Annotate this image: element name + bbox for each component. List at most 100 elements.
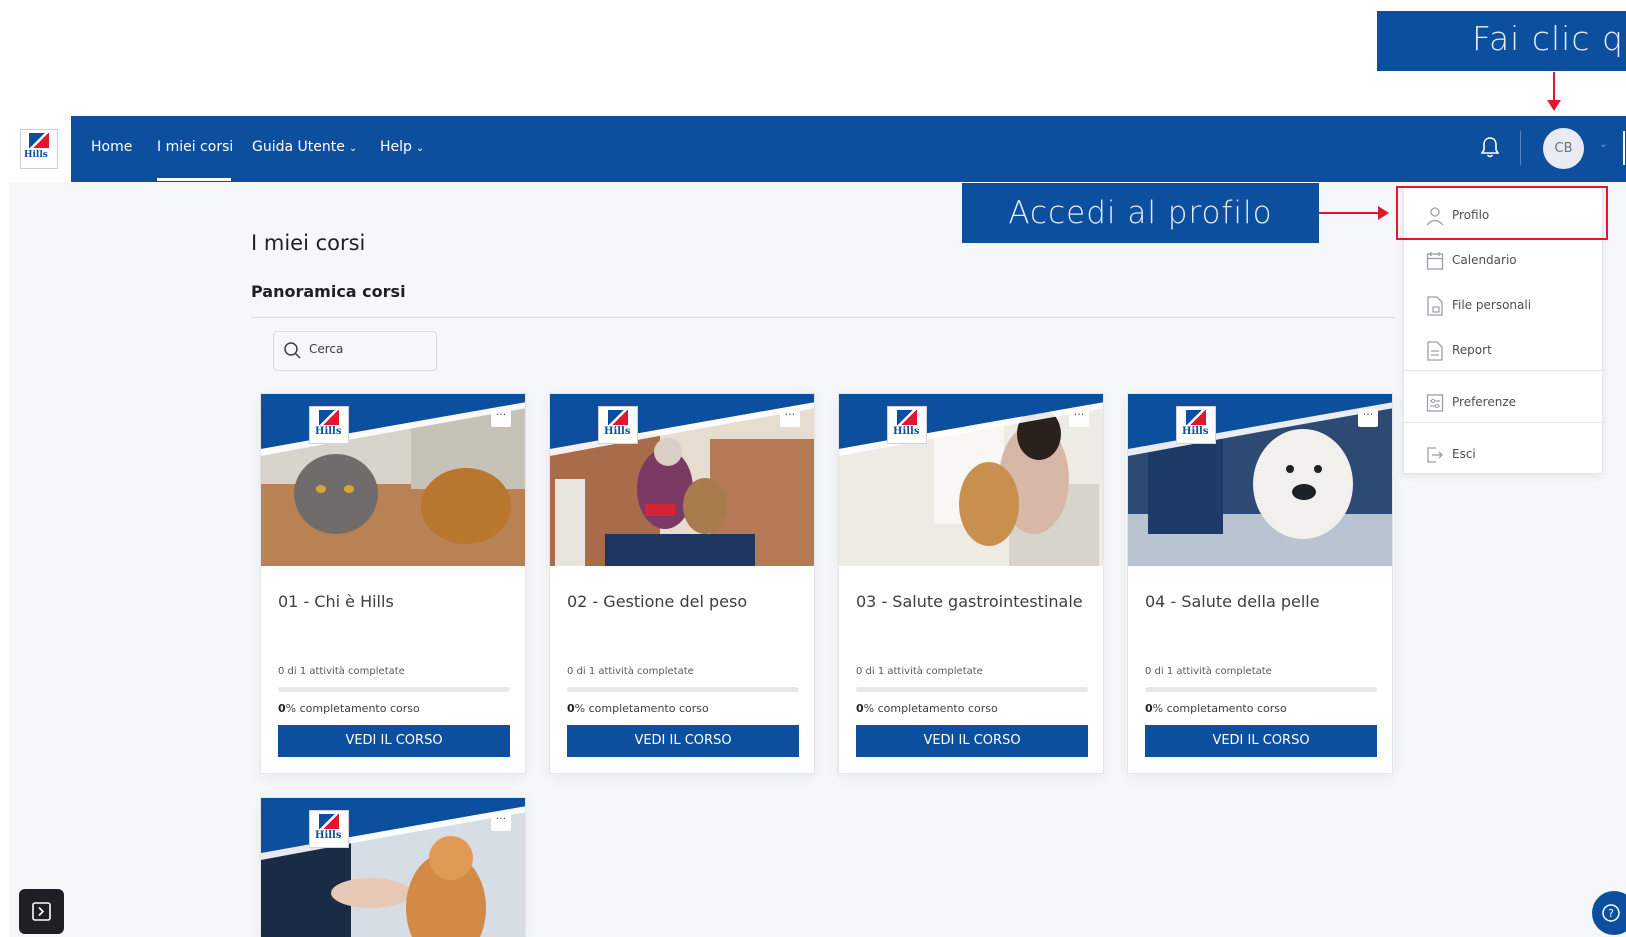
drawer-toggle-button[interactable] (19, 889, 64, 934)
menu-separator (1404, 422, 1604, 423)
course-completion: 0% completamento corso (856, 702, 998, 715)
section-title: Panoramica corsi (251, 282, 406, 301)
course-completion: 0% completamento corso (1145, 702, 1287, 715)
course-progress-bar (567, 687, 799, 692)
course-title[interactable]: 01 - Chi è Hills (278, 590, 513, 614)
chevron-down-icon[interactable]: ⌄ (1599, 139, 1607, 150)
nav-user-guide[interactable]: Guida Utente ⌄ (252, 139, 357, 155)
nav-active-indicator (157, 178, 231, 181)
course-card: Hills ··· (260, 797, 526, 937)
more-options-icon[interactable]: ··· (491, 409, 511, 427)
drawer-open-icon (32, 902, 51, 921)
course-percent-label: % completamento corso (1152, 702, 1287, 715)
logo-text: Hills (604, 426, 631, 437)
course-percent-label: % completamento corso (285, 702, 420, 715)
menu-item-preferences-label: Preferenze (1452, 395, 1517, 409)
hills-logo: Hills (309, 810, 349, 848)
course-percent-value: 0 (567, 702, 575, 715)
hills-logo: Hills (887, 406, 927, 444)
files-icon (1427, 296, 1443, 316)
search-box[interactable] (273, 331, 437, 371)
logo-text: Hills (315, 830, 342, 841)
annotation-arrow-down (1547, 72, 1561, 111)
more-options-icon[interactable]: ··· (1358, 409, 1378, 427)
course-progress-bar (1145, 687, 1377, 692)
hills-flag-icon (1186, 410, 1206, 425)
view-course-button[interactable]: VEDI IL CORSO (278, 725, 510, 757)
course-card: Hills ··· 02 - Gestione del peso 0 di 1 … (549, 393, 815, 774)
course-completion: 0% completamento corso (278, 702, 420, 715)
help-button[interactable]: ? (1592, 891, 1626, 935)
preferences-icon (1426, 394, 1444, 412)
calendar-icon (1426, 252, 1444, 270)
menu-separator (1404, 370, 1604, 371)
course-image[interactable]: Hills (261, 798, 525, 937)
view-course-button[interactable]: VEDI IL CORSO (567, 725, 799, 757)
question-icon: ? (1602, 904, 1620, 922)
course-title[interactable]: 02 - Gestione del peso (567, 590, 802, 614)
nav-divider (1520, 131, 1521, 165)
course-percent-value: 0 (278, 702, 286, 715)
course-percent-value: 0 (1145, 702, 1153, 715)
course-title[interactable]: 03 - Salute gastrointestinale (856, 590, 1091, 614)
hills-flag-icon (319, 814, 339, 829)
course-image[interactable]: Hills (839, 394, 1103, 566)
course-activities: 0 di 1 attività completate (1145, 666, 1272, 677)
menu-item-preferences[interactable]: Preferenze (1404, 381, 1604, 425)
course-card: Hills ··· 03 - Salute gastrointestinale … (838, 393, 1104, 774)
notification-bell-icon[interactable] (1481, 136, 1499, 158)
annotation-banner-top: Fai clic qu (1377, 11, 1626, 71)
section-divider (251, 317, 1395, 318)
nav-my-courses-label: I miei corsi (157, 139, 234, 155)
menu-item-calendar[interactable]: Calendario (1404, 239, 1604, 283)
search-input[interactable] (309, 342, 429, 356)
more-options-icon[interactable]: ··· (491, 813, 511, 831)
more-options-icon[interactable]: ··· (780, 409, 800, 427)
annotation-callout-profile: Accedi al profilo (962, 183, 1319, 243)
menu-item-logout-label: Esci (1452, 447, 1476, 461)
course-activities: 0 di 1 attività completate (856, 666, 983, 677)
logo-text: Hills (315, 426, 342, 437)
nav-help[interactable]: Help ⌄ (380, 139, 424, 155)
course-title[interactable]: 04 - Salute della pelle (1145, 590, 1380, 614)
report-icon (1427, 341, 1443, 361)
hills-flag-icon (608, 410, 628, 425)
course-activities: 0 di 1 attività completate (567, 666, 694, 677)
logo-text: Hills (1182, 426, 1209, 437)
course-activities: 0 di 1 attività completate (278, 666, 405, 677)
more-options-icon[interactable]: ··· (1069, 409, 1089, 427)
course-percent-value: 0 (856, 702, 864, 715)
course-image[interactable]: Hills (261, 394, 525, 566)
menu-item-files[interactable]: File personali (1404, 284, 1604, 328)
menu-item-logout[interactable]: Esci (1404, 433, 1604, 477)
chevron-down-icon: ⌄ (415, 143, 425, 154)
menu-item-report[interactable]: Report (1404, 329, 1604, 373)
search-icon (284, 342, 301, 359)
chevron-down-icon: ⌄ (348, 143, 358, 154)
logo-text: Hills (893, 426, 920, 437)
user-avatar[interactable]: CB (1543, 128, 1584, 169)
course-image[interactable]: Hills (550, 394, 814, 566)
hills-flag-icon (897, 410, 917, 425)
view-course-button[interactable]: VEDI IL CORSO (1145, 725, 1377, 757)
course-image[interactable]: Hills (1128, 394, 1392, 566)
annotation-highlight-profile (1396, 186, 1608, 240)
hills-flag-icon (319, 410, 339, 425)
course-completion: 0% completamento corso (567, 702, 709, 715)
logout-icon (1427, 447, 1443, 463)
nav-help-label: Help (380, 139, 412, 155)
menu-item-calendar-label: Calendario (1452, 253, 1517, 267)
page-title: I miei corsi (251, 231, 366, 255)
hills-logo: Hills (309, 406, 349, 444)
nav-home[interactable]: Home (91, 139, 132, 155)
hills-logo: Hills (1176, 406, 1216, 444)
view-course-button[interactable]: VEDI IL CORSO (856, 725, 1088, 757)
course-card: Hills ··· 01 - Chi è Hills 0 di 1 attivi… (260, 393, 526, 774)
course-progress-bar (856, 687, 1088, 692)
nav-my-courses[interactable]: I miei corsi (157, 139, 233, 155)
site-logo[interactable]: Hills (9, 116, 71, 182)
hills-logo: Hills (20, 129, 58, 169)
menu-item-files-label: File personali (1452, 298, 1532, 312)
hills-logo: Hills (598, 406, 638, 444)
logo-text: Hills (24, 150, 48, 160)
